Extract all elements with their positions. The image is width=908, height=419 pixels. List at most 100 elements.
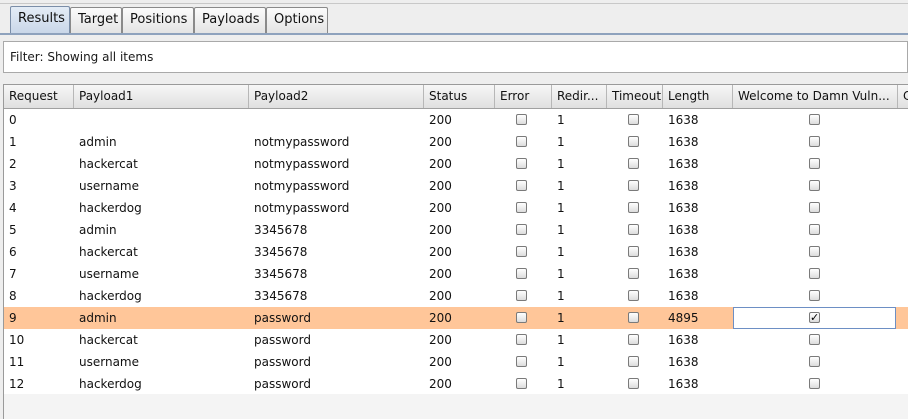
- welcome-checkbox[interactable]: [809, 202, 820, 213]
- cell-status: 200: [429, 223, 452, 237]
- cell-length: 4895: [668, 311, 699, 325]
- error-checkbox[interactable]: [516, 158, 527, 169]
- cell-redirects: 1: [557, 377, 565, 391]
- timeout-checkbox[interactable]: [628, 136, 639, 147]
- cell-payload1: hackerdog: [79, 377, 142, 391]
- welcome-checkbox-checked[interactable]: ✓: [809, 312, 820, 323]
- column-header-redirects[interactable]: Redir...: [552, 85, 607, 108]
- cell-status: 200: [429, 333, 452, 347]
- welcome-checkbox[interactable]: [809, 290, 820, 301]
- table-row[interactable]: 4 hackerdog notmypassword 200 1 1638: [4, 197, 908, 219]
- cell-payload1: hackercat: [79, 157, 138, 171]
- tab-results[interactable]: Results: [10, 6, 70, 34]
- table-row[interactable]: 12 hackerdog password 200 1 1638: [4, 373, 908, 395]
- cell-payload2: password: [254, 333, 311, 347]
- timeout-checkbox[interactable]: [628, 180, 639, 191]
- error-checkbox[interactable]: [516, 136, 527, 147]
- cell-payload1: admin: [79, 135, 117, 149]
- error-checkbox[interactable]: [516, 268, 527, 279]
- table-row[interactable]: 5 admin 3345678 200 1 1638: [4, 219, 908, 241]
- table-row[interactable]: 9 admin password 200 1 4895 ✓: [4, 307, 908, 329]
- timeout-checkbox[interactable]: [628, 246, 639, 257]
- error-checkbox[interactable]: [516, 378, 527, 389]
- cell-redirects: 1: [557, 201, 565, 215]
- welcome-checkbox[interactable]: [809, 114, 820, 125]
- welcome-checkbox[interactable]: [809, 224, 820, 235]
- cell-length: 1638: [668, 289, 699, 303]
- cell-payload2: 3345678: [254, 267, 308, 281]
- column-header-error[interactable]: Error: [495, 85, 552, 108]
- welcome-checkbox[interactable]: [809, 136, 820, 147]
- table-row[interactable]: 7 username 3345678 200 1 1638: [4, 263, 908, 285]
- cell-length: 1638: [668, 377, 699, 391]
- error-checkbox[interactable]: [516, 202, 527, 213]
- column-header-welcome[interactable]: Welcome to Damn Vuln...: [733, 85, 898, 108]
- cell-redirects: 1: [557, 113, 565, 127]
- welcome-checkbox[interactable]: [809, 180, 820, 191]
- cell-redirects: 1: [557, 289, 565, 303]
- cell-payload1: [74, 109, 249, 131]
- cell-status: 200: [429, 289, 452, 303]
- cell-status: 200: [429, 179, 452, 193]
- welcome-checkbox[interactable]: [809, 246, 820, 257]
- table-empty-area: [4, 394, 908, 419]
- table-row[interactable]: 11 username password 200 1 1638: [4, 351, 908, 373]
- cell-status: 200: [429, 113, 452, 127]
- error-checkbox[interactable]: [516, 356, 527, 367]
- error-checkbox[interactable]: [516, 246, 527, 257]
- table-row[interactable]: 1 admin notmypassword 200 1 1638: [4, 131, 908, 153]
- timeout-checkbox[interactable]: [628, 114, 639, 125]
- column-header-timeout[interactable]: Timeout: [607, 85, 663, 108]
- filter-bar[interactable]: Filter: Showing all items: [3, 41, 908, 73]
- welcome-checkbox[interactable]: [809, 334, 820, 345]
- error-checkbox[interactable]: [516, 224, 527, 235]
- welcome-checkbox[interactable]: [809, 268, 820, 279]
- cell-redirects: 1: [557, 355, 565, 369]
- error-checkbox[interactable]: [516, 290, 527, 301]
- tab-options[interactable]: Options: [266, 7, 328, 33]
- column-header-length[interactable]: Length: [663, 85, 733, 108]
- cell-redirects: 1: [557, 245, 565, 259]
- column-header-payload1[interactable]: Payload1: [74, 85, 249, 108]
- cell-payload2: password: [254, 311, 311, 325]
- cell-length: 1638: [668, 223, 699, 237]
- table-row[interactable]: 6 hackercat 3345678 200 1 1638: [4, 241, 908, 263]
- tab-positions[interactable]: Positions: [122, 7, 194, 33]
- timeout-checkbox[interactable]: [628, 158, 639, 169]
- error-checkbox[interactable]: [516, 312, 527, 323]
- cell-payload2: 3345678: [254, 245, 308, 259]
- timeout-checkbox[interactable]: [628, 202, 639, 213]
- column-header-status[interactable]: Status: [424, 85, 495, 108]
- table-row[interactable]: 2 hackercat notmypassword 200 1 1638: [4, 153, 908, 175]
- timeout-checkbox[interactable]: [628, 290, 639, 301]
- timeout-checkbox[interactable]: [628, 356, 639, 367]
- timeout-checkbox[interactable]: [628, 312, 639, 323]
- cell-length: 1638: [668, 157, 699, 171]
- filter-text: Filter: Showing all items: [10, 50, 154, 64]
- table-row[interactable]: 3 username notmypassword 200 1 1638: [4, 175, 908, 197]
- timeout-checkbox[interactable]: [628, 268, 639, 279]
- table-row[interactable]: 10 hackercat password 200 1 1638: [4, 329, 908, 351]
- welcome-checkbox[interactable]: [809, 378, 820, 389]
- timeout-checkbox[interactable]: [628, 378, 639, 389]
- cell-status: 200: [429, 135, 452, 149]
- table-row[interactable]: 8 hackerdog 3345678 200 1 1638: [4, 285, 908, 307]
- cell-request: 4: [9, 201, 17, 215]
- table-row[interactable]: 0 200 1 1638: [4, 109, 908, 131]
- timeout-checkbox[interactable]: [628, 334, 639, 345]
- error-checkbox[interactable]: [516, 334, 527, 345]
- tab-payloads[interactable]: Payloads: [194, 7, 266, 33]
- cell-payload1: hackerdog: [79, 201, 142, 215]
- column-header-extra[interactable]: C: [898, 85, 908, 108]
- error-checkbox[interactable]: [516, 114, 527, 125]
- tab-target[interactable]: Target: [70, 7, 122, 33]
- cell-status: 200: [429, 157, 452, 171]
- column-header-payload2[interactable]: Payload2: [249, 85, 424, 108]
- cell-payload1: username: [79, 355, 139, 369]
- column-header-request[interactable]: Request: [4, 85, 74, 108]
- error-checkbox[interactable]: [516, 180, 527, 191]
- welcome-checkbox[interactable]: [809, 356, 820, 367]
- timeout-checkbox[interactable]: [628, 224, 639, 235]
- welcome-checkbox[interactable]: [809, 158, 820, 169]
- cell-payload2: notmypassword: [254, 157, 350, 171]
